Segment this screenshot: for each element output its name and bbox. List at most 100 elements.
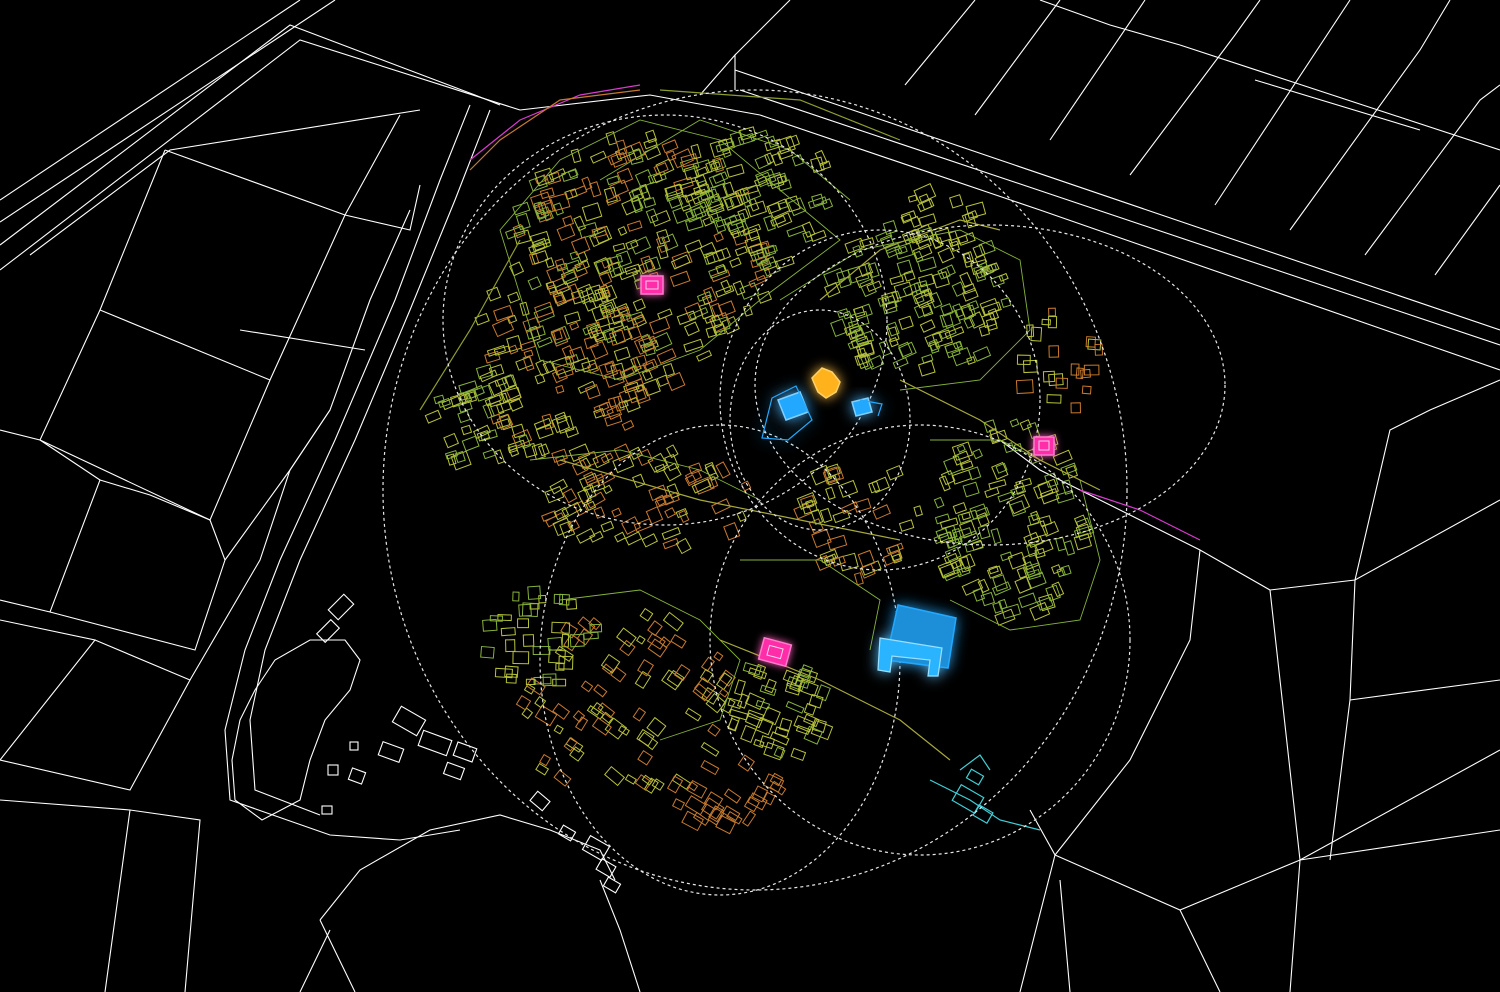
building-footprint	[977, 524, 991, 540]
building-footprint	[939, 517, 959, 530]
building-footprint	[662, 611, 684, 632]
building-footprint	[647, 620, 663, 637]
building-footprint	[763, 741, 785, 761]
parcel-line	[1364, 84, 1500, 256]
building-footprint	[562, 488, 578, 504]
building-footprint	[1075, 367, 1084, 380]
building-footprint	[933, 496, 945, 509]
building-footprint	[707, 723, 721, 737]
building-footprint	[616, 627, 637, 648]
building-footprint	[695, 349, 713, 362]
parcel-line	[0, 619, 96, 761]
road-olive	[419, 239, 521, 411]
building-footprint	[739, 184, 759, 197]
building-footprint	[717, 300, 736, 317]
parcel-line	[904, 0, 976, 86]
site-magenta	[640, 275, 664, 295]
building-footprint	[978, 239, 996, 256]
building-footprint	[563, 633, 580, 652]
building-footprint	[522, 634, 535, 647]
building-footprint	[937, 246, 955, 264]
building-footprint	[713, 231, 724, 243]
parcel-line	[1039, 0, 1181, 46]
building-footprint	[898, 341, 913, 358]
building-footprint	[972, 587, 986, 602]
building-footprint	[535, 424, 554, 440]
site-magenta	[1033, 436, 1055, 456]
building-footprint	[956, 444, 966, 453]
parcel-line	[319, 814, 616, 921]
building-footprint	[553, 593, 564, 605]
building-footprint	[563, 736, 578, 752]
site-map	[0, 0, 1500, 992]
parcel-line	[29, 109, 421, 256]
building-footprint	[638, 731, 659, 751]
building-footprint	[713, 651, 724, 662]
building-footprint	[917, 256, 937, 273]
building-footprint	[612, 453, 635, 474]
building-footprint	[1000, 297, 1012, 308]
building-footprint	[808, 693, 824, 709]
building-outline	[529, 790, 551, 812]
building-footprint	[664, 507, 677, 519]
parcel-boundaries	[0, 0, 1500, 992]
building-footprint	[684, 239, 703, 254]
parcel-line	[1254, 79, 1421, 131]
building-footprint	[994, 608, 1016, 626]
building-footprint	[605, 194, 622, 206]
building-footprint	[564, 311, 581, 325]
site-blue	[761, 385, 813, 441]
building-footprint	[538, 594, 547, 604]
building-footprint	[633, 314, 648, 328]
building-outline	[347, 767, 367, 785]
building-footprint	[517, 618, 530, 629]
building-footprint	[838, 479, 859, 498]
building-footprint	[955, 304, 977, 321]
coverage-ring	[729, 309, 911, 531]
building-footprint	[586, 705, 605, 720]
building-footprint	[861, 560, 882, 576]
building-footprint	[539, 753, 552, 767]
building-footprint	[871, 476, 890, 494]
building-footprint	[729, 257, 742, 269]
building-footprint	[641, 533, 659, 548]
building-footprint	[723, 522, 741, 541]
building-footprint	[990, 527, 1002, 545]
building-footprint	[968, 311, 986, 329]
building-footprint	[646, 632, 666, 650]
building-footprint	[632, 298, 646, 312]
building-footprint	[614, 531, 627, 543]
building-footprint	[1030, 510, 1040, 522]
building-footprint	[645, 506, 664, 525]
building-footprint	[998, 272, 1009, 282]
parcel-line	[1329, 579, 1356, 861]
building-footprint	[645, 129, 658, 144]
building-footprint	[624, 773, 637, 785]
building-footprint	[534, 373, 546, 385]
parcel-line	[1349, 679, 1500, 701]
building-footprint	[482, 448, 496, 460]
building-footprint	[1081, 385, 1092, 395]
building-footprint	[551, 621, 571, 634]
building-footprint	[626, 220, 643, 232]
building-footprint	[932, 271, 950, 289]
building-footprint	[938, 475, 951, 492]
building-outline	[327, 593, 355, 621]
building-footprint	[484, 350, 501, 364]
building-footprint	[443, 432, 460, 449]
parcel-line	[99, 309, 271, 381]
building-footprints	[424, 119, 1104, 835]
building-footprint	[513, 229, 532, 245]
building-footprint	[1009, 418, 1020, 428]
building-footprint	[569, 346, 586, 364]
building-footprint	[962, 481, 980, 498]
building-footprint	[949, 194, 964, 209]
building-footprint	[583, 631, 599, 640]
building-footprint	[754, 153, 772, 170]
building-footprint	[830, 318, 848, 338]
highlighted-sites	[640, 275, 1055, 677]
building-footprint	[1015, 379, 1034, 395]
building-footprint	[653, 162, 669, 175]
building-footprint	[857, 549, 876, 568]
building-footprint	[1017, 592, 1038, 609]
